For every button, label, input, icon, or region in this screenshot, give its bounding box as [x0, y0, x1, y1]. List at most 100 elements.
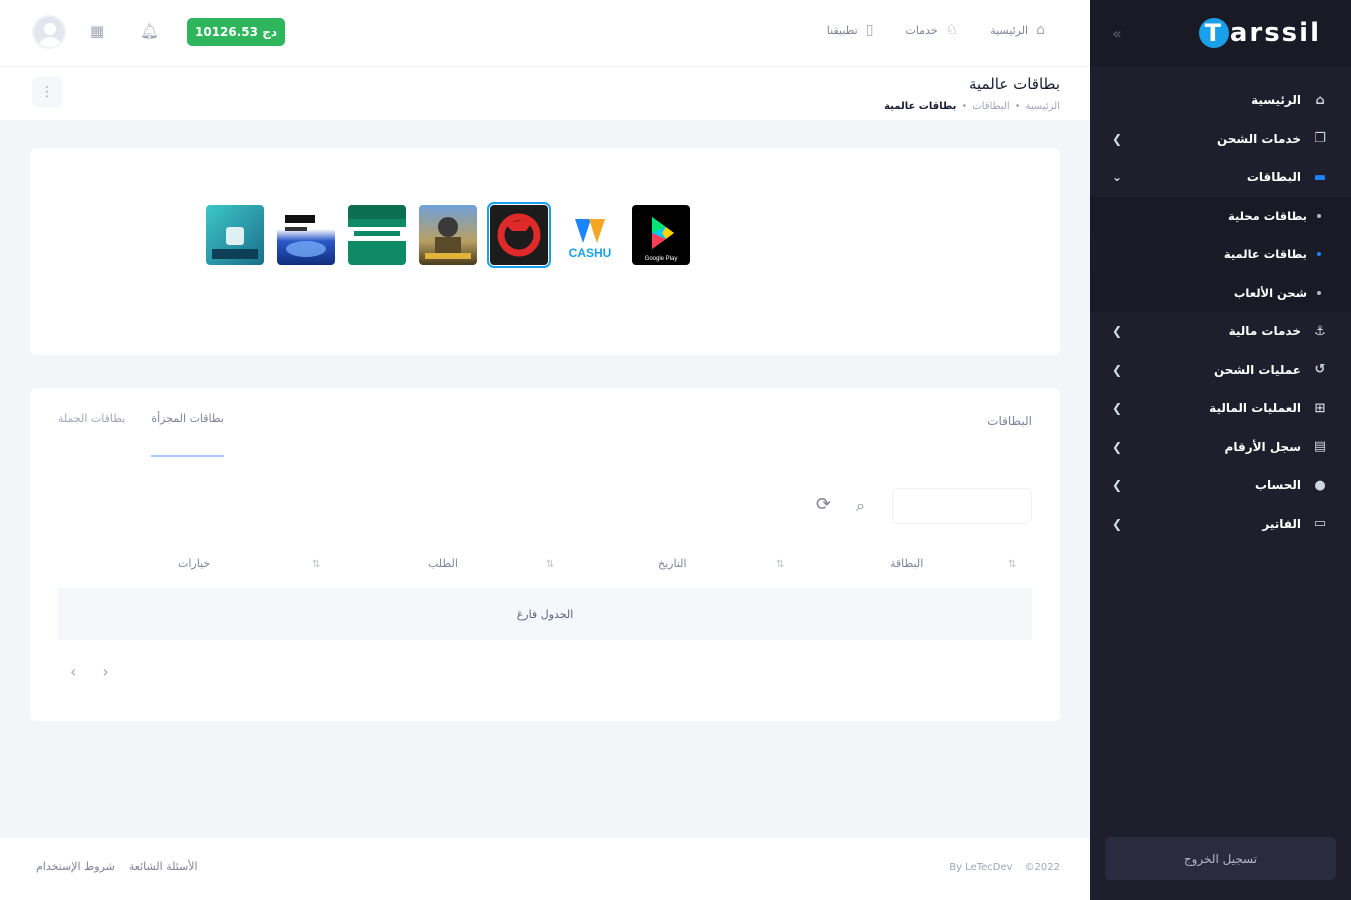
history-icon: ↺ [1314, 362, 1326, 378]
tabs: بطاقات الجملة بطاقات المجزأة [58, 412, 224, 457]
col-options: خيارات [178, 557, 211, 570]
bullet-icon [1317, 290, 1321, 295]
collapse-sidebar-icon[interactable]: « [1112, 24, 1122, 43]
search-input[interactable] [892, 488, 1032, 524]
brand-itunes[interactable] [206, 205, 264, 265]
col-order: الطلب [428, 557, 458, 570]
footer: شروط الإستخدام الأسئلة الشائعة ©2022 By … [0, 838, 1090, 900]
sidebar-item-account[interactable]: ● الحساب ❮ [1090, 466, 1351, 505]
tab-bulk-cards[interactable]: بطاقات الجملة [58, 412, 125, 457]
anchor-icon: ⚓ [1314, 323, 1326, 339]
free-fire-icon [497, 213, 541, 257]
bullet-icon [1317, 213, 1321, 218]
more-options-icon[interactable]: ⋮ [32, 77, 62, 107]
grid-icon: ⊞ [1314, 400, 1326, 416]
home-icon: ⌂ [1036, 22, 1045, 38]
balance-badge: 10126.53 دج [187, 18, 285, 46]
topnav-app[interactable]: ▯ تطبيقنا [827, 22, 874, 38]
avatar[interactable] [32, 15, 66, 49]
phone-icon: ▯ [865, 22, 874, 38]
sidebar-item-charging-operations[interactable]: ↺ عمليات الشحن ❮ [1090, 351, 1351, 390]
cards-icon: ▬ [1313, 169, 1327, 185]
chevron-down-icon: ⌄ [1112, 170, 1123, 185]
brand-mobilis-card[interactable] [277, 205, 335, 265]
cards-submenu: بطاقات محلية بطاقات عالمية شحن الألعاب [1090, 196, 1351, 313]
breadcrumb-home[interactable]: الرئيسية [1026, 101, 1060, 112]
prev-page-icon[interactable]: ‹ [70, 662, 76, 681]
sidebar-item-numbers-log[interactable]: ▤ سجل الأرقام ❮ [1090, 428, 1351, 467]
brand-pubg[interactable] [419, 205, 477, 265]
sidebar-item-global-cards[interactable]: بطاقات عالمية [1090, 235, 1351, 274]
sidebar: « Tarssil ⌂ الرئيسية ❐ خدمات الشحن ❮ ▬ ا… [1090, 0, 1351, 900]
svg-text:CASHU: CASHU [569, 246, 612, 260]
tab-retail-cards[interactable]: بطاقات المجزأة [151, 412, 224, 457]
page-toolbar: بطاقات عالمية الرئيسية • البطاقات • بطاق… [0, 66, 1090, 120]
refresh-icon[interactable]: ⟳ [816, 494, 831, 515]
sidebar-item-invoices[interactable]: ▭ الفاتير ❮ [1090, 505, 1351, 544]
chevron-left-icon: ❮ [1112, 324, 1123, 339]
pubg-icon [425, 217, 471, 259]
sort-icon[interactable]: ⇅ [546, 559, 554, 570]
google-play-icon: Google Play [645, 217, 678, 262]
credit-link[interactable]: By LeTecDev [949, 862, 1012, 873]
logout-button[interactable]: تسجيل الخروج [1105, 837, 1336, 880]
top-nav: ⌂ الرئيسية ♘ خدمات ▯ تطبيقنا [827, 22, 1045, 38]
chevron-left-icon: ❮ [1112, 516, 1123, 531]
pagination: ‹ › [70, 662, 109, 681]
svg-text:Google Play: Google Play [645, 256, 678, 262]
topnav-services[interactable]: ♘ خدمات [905, 22, 958, 38]
table-header: ⇅ البطاقة ⇅ التاريخ ⇅ الطلب ⇅ خيارات [58, 553, 1032, 583]
brand-flexy[interactable] [348, 205, 406, 265]
brand-cashu[interactable]: CASHU [561, 205, 619, 265]
flexy-icon [348, 205, 406, 241]
page-title: بطاقات عالمية [968, 75, 1060, 93]
sidebar-item-game-topup[interactable]: شحن الألعاب [1090, 274, 1351, 313]
col-card: البطاقة [890, 557, 924, 570]
sidebar-item-financial-services[interactable]: ⚓ خدمات مالية ❮ [1090, 312, 1351, 351]
sidebar-menu: ⌂ الرئيسية ❐ خدمات الشحن ❮ ▬ البطاقات ⌄ … [1090, 66, 1351, 543]
chevron-left-icon: ❮ [1112, 362, 1123, 377]
top-header: ▦ 🔔︎ 10126.53 دج ⌂ الرئيسية ♘ خدمات ▯ تط… [0, 0, 1090, 66]
search-icon[interactable]: ⌕ [856, 496, 865, 516]
headset-icon: ♘ [945, 22, 959, 38]
sort-icon[interactable]: ⇅ [1008, 559, 1016, 570]
bullet-icon [1317, 252, 1321, 257]
topnav-home[interactable]: ⌂ الرئيسية [990, 22, 1045, 38]
sidebar-item-cards[interactable]: ▬ البطاقات ⌄ [1090, 158, 1351, 197]
col-date: التاريخ [658, 557, 687, 570]
sort-icon[interactable]: ⇅ [776, 559, 784, 570]
chevron-left-icon: ❮ [1112, 131, 1123, 146]
footer-link-terms[interactable]: شروط الإستخدام [36, 860, 115, 873]
copyright: ©2022 [1024, 862, 1060, 873]
cashu-icon: CASHU [569, 219, 612, 260]
sidebar-item-home[interactable]: ⌂ الرئيسية [1090, 81, 1351, 120]
brand-google-play[interactable]: Google Play [632, 205, 690, 265]
next-page-icon[interactable]: › [102, 662, 108, 681]
sidebar-item-charging-services[interactable]: ❐ خدمات الشحن ❮ [1090, 120, 1351, 159]
chevron-left-icon: ❮ [1112, 478, 1123, 493]
card-icon: ▭ [1313, 516, 1327, 532]
footer-links: شروط الإستخدام الأسئلة الشائعة [36, 860, 198, 873]
brand-list: CASHU Google Play [206, 202, 690, 268]
brand-free-fire[interactable] [487, 202, 551, 268]
copy-icon: ❐ [1314, 131, 1326, 147]
breadcrumb-cards[interactable]: البطاقات [972, 101, 1009, 112]
sort-icon[interactable]: ⇅ [312, 559, 320, 570]
bell-icon[interactable]: 🔔︎ [140, 22, 159, 40]
chevron-left-icon: ❮ [1112, 439, 1123, 454]
breadcrumb-current: بطاقات عالمية [884, 101, 957, 112]
card-title: البطاقات [987, 414, 1032, 428]
logo: Tarssil [1198, 18, 1321, 48]
footer-credit: ©2022 By LeTecDev [949, 862, 1060, 873]
book-icon: ▤ [1313, 439, 1327, 455]
empty-table-row: الجدول فارغ [58, 588, 1032, 640]
apps-grid-icon[interactable]: ▦ [90, 22, 104, 40]
sidebar-item-local-cards[interactable]: بطاقات محلية [1090, 197, 1351, 236]
home-icon: ⌂ [1315, 92, 1325, 108]
prepaid-card-icon [285, 215, 326, 257]
brand-cards-panel: CASHU Google Play [30, 148, 1060, 355]
cards-table-panel: البطاقات بطاقات الجملة بطاقات المجزأة ⌕ … [30, 388, 1060, 721]
sidebar-item-financial-operations[interactable]: ⊞ العمليات المالية ❮ [1090, 389, 1351, 428]
footer-link-faq[interactable]: الأسئلة الشائعة [129, 860, 198, 873]
sidebar-header: « Tarssil [1090, 0, 1351, 66]
